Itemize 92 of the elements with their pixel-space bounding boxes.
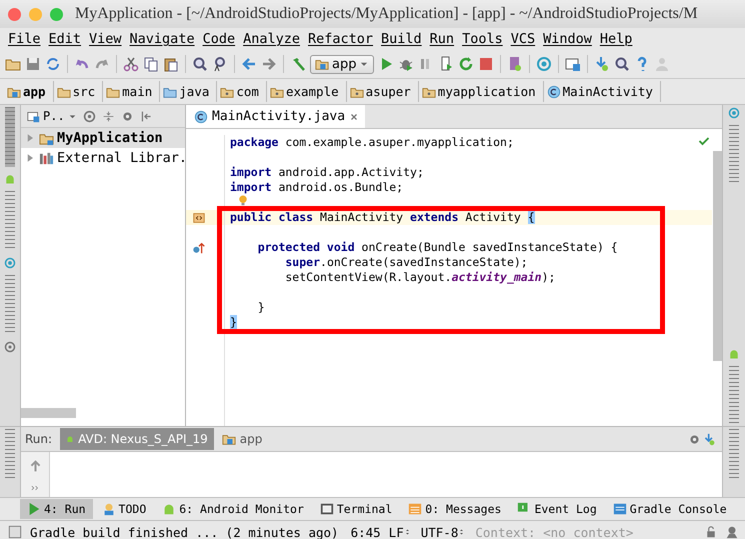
window-title: MyApplication - [~/AndroidStudioProjects/MyApplication] - [app] - ~/AndroidStudioProjects/M	[75, 5, 698, 23]
menu-item[interactable]: Analyze	[239, 31, 304, 47]
phone-android-icon[interactable]	[507, 56, 524, 72]
scrollbar[interactable]	[713, 151, 722, 361]
tree-item[interactable]: MyApplication	[21, 128, 185, 148]
forward-arrow-icon[interactable]	[261, 56, 277, 72]
module-icon	[222, 432, 236, 446]
menu-item[interactable]: Refactor	[304, 31, 378, 47]
locate-icon[interactable]	[82, 110, 96, 122]
code-line: }	[256, 300, 265, 315]
menu-item[interactable]: Tools	[458, 31, 507, 47]
android-icon	[162, 502, 176, 516]
zoom-window-button[interactable]	[50, 8, 63, 20]
reload-icon[interactable]	[458, 56, 474, 72]
messages-icon	[408, 502, 422, 516]
tool-window-button[interactable]: 4: Run	[20, 499, 93, 519]
close-window-button[interactable]	[8, 8, 21, 20]
menu-item[interactable]: Build	[377, 31, 426, 47]
back-arrow-icon[interactable]	[241, 56, 257, 72]
project-view-dropdown[interactable]: P..	[27, 109, 77, 123]
terminal-icon	[320, 502, 334, 516]
copy-icon[interactable]	[143, 56, 159, 72]
paste-icon[interactable]	[163, 56, 179, 72]
tool-window-button[interactable]: Event Log	[510, 499, 604, 519]
menu-item[interactable]: Run	[426, 31, 458, 47]
breadcrumb[interactable]: com	[217, 81, 267, 102]
stop-icon[interactable]	[478, 56, 494, 72]
breadcrumb[interactable]: java	[160, 81, 218, 102]
close-icon[interactable]	[349, 112, 360, 122]
inspector-icon[interactable]	[725, 525, 739, 539]
breadcrumb[interactable]: asuper	[346, 81, 419, 102]
scrollbar[interactable]	[21, 408, 76, 418]
menu-item[interactable]: View	[85, 31, 126, 47]
download-icon[interactable]	[594, 56, 610, 72]
class-icon	[194, 110, 208, 124]
breadcrumb[interactable]: src	[54, 81, 104, 102]
tool-window-button[interactable]: TODO	[94, 499, 154, 519]
lightbulb-icon[interactable]	[237, 194, 249, 206]
run-tab[interactable]: app	[216, 428, 268, 450]
tool-window-button[interactable]: 0: Messages	[401, 499, 508, 519]
lock-icon[interactable]	[705, 526, 717, 538]
run-label: Run:	[24, 432, 54, 446]
menu-item[interactable]: Code	[198, 31, 240, 47]
console-icon	[612, 502, 627, 516]
up-arrow-icon[interactable]	[28, 460, 42, 473]
menu-item[interactable]: Edit	[44, 31, 86, 47]
editor-tab[interactable]: MainActivity.java	[186, 105, 366, 128]
save-icon[interactable]	[25, 56, 41, 72]
menu-item[interactable]: VCS	[506, 31, 540, 47]
code-line: setContentView(R.layout.activity_main);	[284, 270, 556, 285]
project-tool-tab[interactable]	[5, 107, 15, 167]
menu-item[interactable]: File	[4, 31, 45, 47]
encoding-selector[interactable]: UTF-8	[420, 524, 468, 539]
caret-position[interactable]: 6:45	[350, 524, 381, 539]
status-message: Gradle build finished ... (2 minutes ago)	[30, 524, 339, 539]
class-icon	[546, 84, 561, 98]
module-icon	[315, 57, 329, 71]
collapse-icon[interactable]	[102, 110, 115, 122]
play-icon	[27, 502, 41, 516]
context-label: Context: <no context>	[475, 524, 634, 539]
todo-icon	[102, 502, 116, 516]
tool-window-button[interactable]: Terminal	[312, 499, 400, 519]
breadcrumb[interactable]: myapplication	[418, 81, 544, 102]
code-line: super.onCreate(savedInstanceState);	[284, 255, 528, 270]
tree-item[interactable]: External Librar.	[21, 148, 185, 168]
project-view-icon	[27, 110, 40, 122]
code-line: import android.app.Activity;	[229, 165, 424, 180]
sync-icon[interactable]	[45, 56, 61, 72]
tool-window-button[interactable]: 6: Android Monitor	[155, 499, 311, 519]
class-marker-icon[interactable]	[192, 210, 206, 224]
tool-window-button[interactable]: Gradle Console	[606, 499, 734, 519]
override-marker-icon[interactable]	[192, 240, 206, 254]
menu-item[interactable]: Navigate	[126, 31, 199, 47]
breadcrumb[interactable]: MainActivity	[544, 81, 661, 102]
breadcrumb[interactable]: example	[266, 81, 347, 102]
code-line: import android.os.Bundle;	[229, 180, 404, 195]
panel-toggle-icon[interactable]	[8, 525, 22, 539]
check-icon	[698, 135, 710, 147]
run-configuration-dropdown[interactable]: app	[310, 54, 374, 74]
search-icon[interactable]	[614, 56, 630, 72]
menu-item[interactable]: Window	[539, 31, 596, 47]
books-icon	[39, 150, 54, 166]
search-icon[interactable]	[192, 56, 208, 72]
breadcrumb[interactable]: app	[4, 81, 54, 102]
code-line: package com.example.asuper.myapplication;	[229, 135, 514, 150]
cut-icon[interactable]	[123, 56, 139, 72]
more-icon[interactable]	[30, 483, 40, 493]
line-separator-selector[interactable]: LF	[388, 524, 413, 539]
menu-item[interactable]: Help	[596, 31, 636, 47]
window-icon[interactable]	[565, 56, 582, 72]
breadcrumb[interactable]: main	[103, 81, 160, 102]
code-line: protected void onCreate(Bundle savedInstanceState) {	[256, 240, 618, 255]
